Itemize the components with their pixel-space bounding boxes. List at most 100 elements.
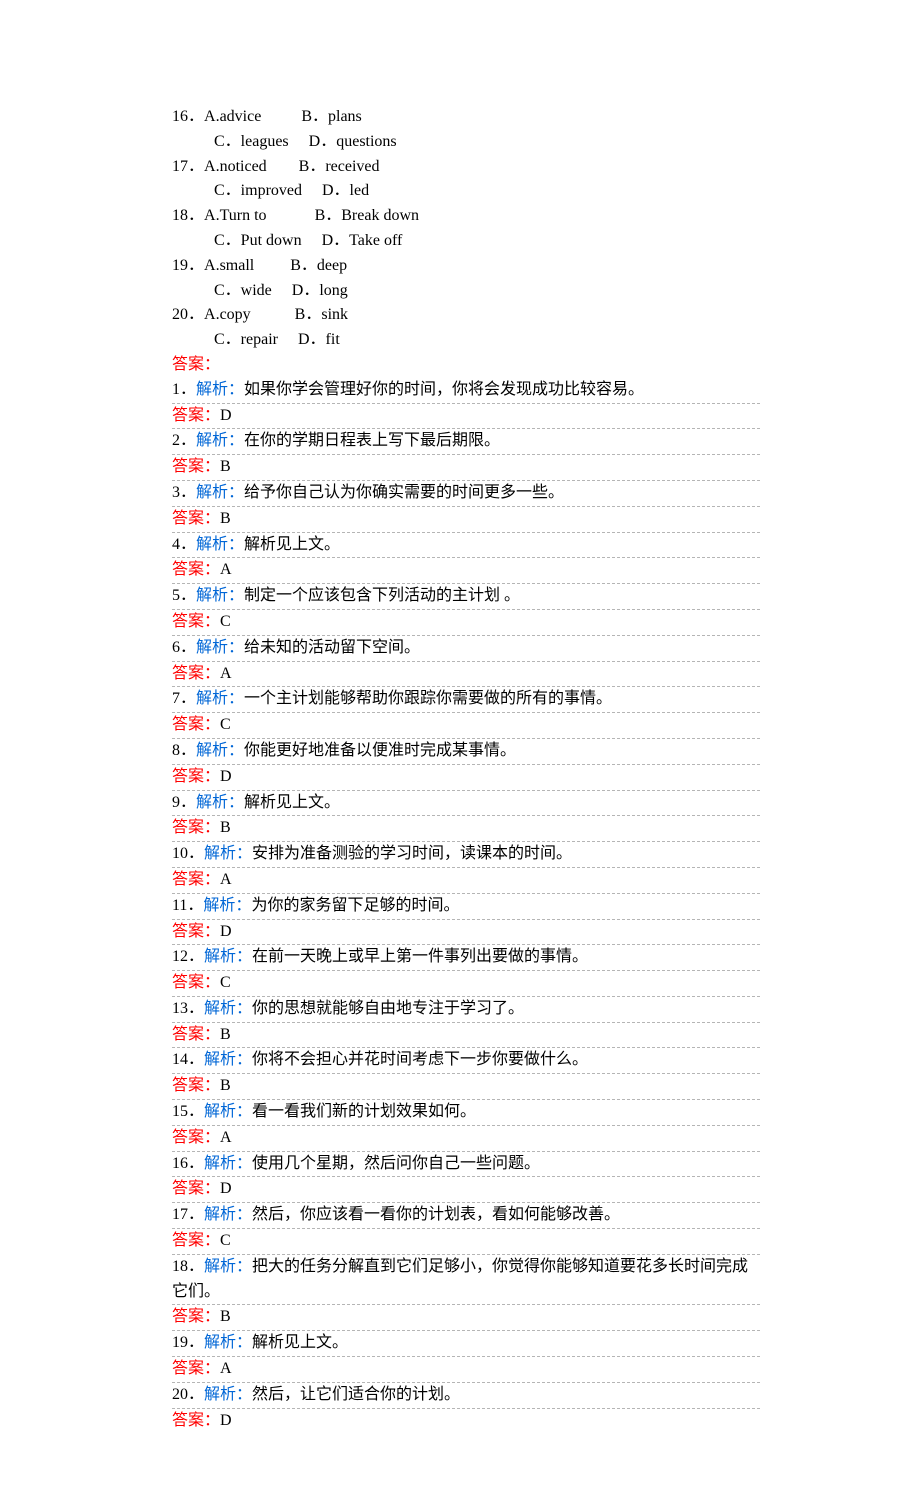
answer-line: 答案：A: [172, 1357, 760, 1383]
analysis-label: 解析：: [196, 639, 244, 656]
option-d: D．long: [292, 279, 348, 304]
question-number: 19: [172, 257, 188, 274]
answer-label: 答案：: [172, 407, 220, 424]
question-row: 16．A.adviceB．plans: [172, 105, 760, 130]
analysis-text: 安排为准备测验的学习时间，读课本的时间。: [252, 845, 572, 862]
analysis-line: 2．解析：在你的学期日程表上写下最后期限。: [172, 429, 760, 455]
answer-value: D: [220, 1180, 232, 1197]
option-b: B．plans: [301, 105, 361, 130]
analysis-text: 你能更好地准备以便准时完成某事情。: [244, 742, 516, 759]
analysis-number: 17: [172, 1206, 188, 1223]
analysis-line: 19．解析：解析见上文。: [172, 1331, 760, 1357]
answer-label: 答案：: [172, 1360, 220, 1377]
answer-value: A: [220, 665, 232, 682]
answer-label: 答案：: [172, 561, 220, 578]
analysis-number: 2: [172, 432, 180, 449]
question-number: 20: [172, 306, 188, 323]
answer-line: 答案：D: [172, 765, 760, 791]
analysis-line: 12．解析：在前一天晚上或早上第一件事列出要做的事情。: [172, 945, 760, 971]
analysis-number: 8: [172, 742, 180, 759]
option-b: B．sink: [295, 303, 348, 328]
option-d: D．questions: [309, 130, 397, 155]
analysis-label: 解析：: [196, 690, 244, 707]
answer-label: 答案：: [172, 1180, 220, 1197]
analysis-text: 如果你学会管理好你的时间，你将会发现成功比较容易。: [244, 381, 644, 398]
question-subrow: C．wideD．long: [172, 279, 760, 304]
analysis-text: 解析见上文。: [244, 536, 340, 553]
analysis-text: 然后，让它们适合你的计划。: [252, 1386, 460, 1403]
answer-line: 答案：C: [172, 610, 760, 636]
answer-line: 答案：D: [172, 920, 760, 946]
analysis-label: 解析：: [204, 1334, 252, 1351]
answer-label: 答案：: [172, 1129, 220, 1146]
analysis-label: 解析：: [196, 587, 244, 604]
analysis-text: 制定一个应该包含下列活动的主计划 。: [244, 587, 520, 604]
option-c: C．improved: [214, 179, 322, 204]
analysis-number: 1: [172, 381, 180, 398]
analysis-label: 解析：: [196, 536, 244, 553]
answer-label: 答案：: [172, 1412, 220, 1429]
analysis-text: 你将不会担心并花时间考虑下一步你要做什么。: [252, 1051, 588, 1068]
analysis-text: 然后，你应该看一看你的计划表，看如何能够改善。: [252, 1206, 620, 1223]
question-number: 16: [172, 108, 188, 125]
answer-line: 答案：D: [172, 404, 760, 430]
answer-value: C: [220, 716, 231, 733]
answer-line: 答案：A: [172, 558, 760, 584]
answer-label: 答案：: [172, 923, 220, 940]
answer-line: 答案：B: [172, 1023, 760, 1049]
analysis-number: 20: [172, 1386, 188, 1403]
question-subrow: C．leaguesD．questions: [172, 130, 760, 155]
analysis-line: 10．解析：安排为准备测验的学习时间，读课本的时间。: [172, 842, 760, 868]
answer-value: A: [220, 561, 232, 578]
answer-line: 答案：B: [172, 455, 760, 481]
answer-value: B: [220, 510, 231, 527]
analysis-line: 6．解析：给未知的活动留下空间。: [172, 636, 760, 662]
answer-value: B: [220, 819, 231, 836]
answer-value: A: [220, 1129, 232, 1146]
option-d: D．fit: [298, 328, 340, 353]
analysis-number: 16: [172, 1155, 188, 1172]
analysis-number: 13: [172, 1000, 188, 1017]
option-a: A.Turn to: [204, 204, 315, 229]
analysis-text: 一个主计划能够帮助你跟踪你需要做的所有的事情。: [244, 690, 612, 707]
analysis-number: 12: [172, 948, 188, 965]
analysis-line: 3．解析：给予你自己认为你确实需要的时间更多一些。: [172, 481, 760, 507]
analysis-label: 解析：: [204, 948, 252, 965]
question-row: 19．A.smallB．deep: [172, 254, 760, 279]
answer-line: 答案：C: [172, 971, 760, 997]
analysis-label: 解析：: [196, 484, 244, 501]
answer-line: 答案：D: [172, 1409, 760, 1434]
answer-line: 答案：A: [172, 1126, 760, 1152]
analysis-text: 为你的家务留下足够的时间。: [251, 897, 459, 914]
question-subrow: C．repairD．fit: [172, 328, 760, 353]
analysis-label: 解析：: [196, 742, 244, 759]
analysis-label: 解析：: [204, 1206, 252, 1223]
answer-label: 答案：: [172, 716, 220, 733]
option-a: A.noticed: [204, 155, 299, 180]
answer-label: 答案：: [172, 1077, 220, 1094]
analysis-number: 9: [172, 794, 180, 811]
answer-line: 答案：B: [172, 1305, 760, 1331]
analysis-number: 6: [172, 639, 180, 656]
option-b: B．deep: [290, 254, 347, 279]
answer-value: D: [220, 768, 232, 785]
analysis-text: 把大的任务分解直到它们足够小，你觉得你能够知道要花多长时间完成它们。: [172, 1258, 748, 1300]
option-a: A.copy: [204, 303, 295, 328]
analysis-text: 在你的学期日程表上写下最后期限。: [244, 432, 500, 449]
analysis-label: 解析：: [204, 1258, 252, 1275]
answer-value: D: [220, 1412, 232, 1429]
answer-label: 答案：: [172, 458, 220, 475]
answer-value: B: [220, 1077, 231, 1094]
answer-value: A: [220, 1360, 232, 1377]
analysis-number: 14: [172, 1051, 188, 1068]
analysis-number: 5: [172, 587, 180, 604]
question-row: 17．A.noticedB．received: [172, 155, 760, 180]
question-subrow: C．improvedD．led: [172, 179, 760, 204]
answer-value: B: [220, 458, 231, 475]
option-b: B．Break down: [315, 204, 419, 229]
option-c: C．wide: [214, 279, 292, 304]
analysis-line: 4．解析：解析见上文。: [172, 533, 760, 559]
answers-header: 答案：: [172, 353, 760, 378]
option-d: D．Take off: [322, 229, 403, 254]
analysis-line: 13．解析：你的思想就能够自由地专注于学习了。: [172, 997, 760, 1023]
